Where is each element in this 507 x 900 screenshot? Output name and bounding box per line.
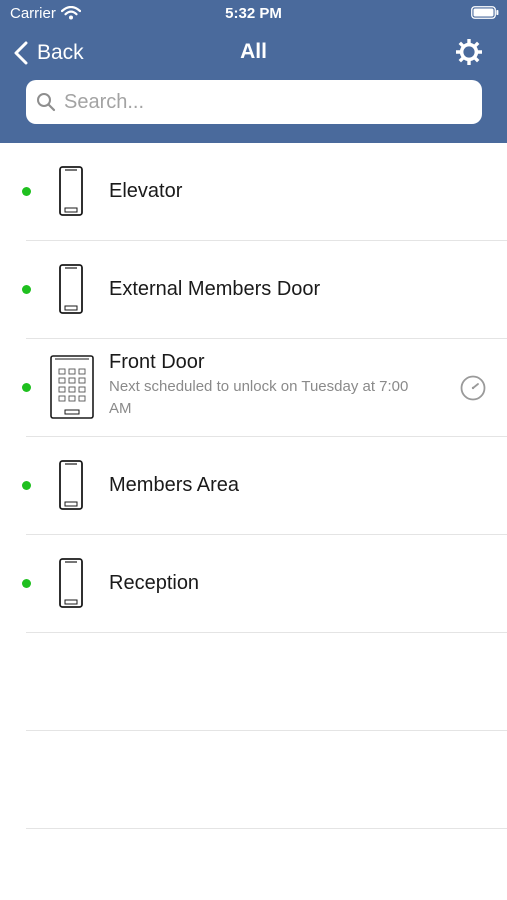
list-item[interactable]: Elevator — [22, 143, 507, 241]
keypad-reader-icon — [50, 355, 94, 419]
device-name: Members Area — [109, 474, 240, 496]
status-time: 5:32 PM — [225, 5, 282, 22]
search-icon — [37, 93, 56, 112]
search-bar[interactable] — [26, 80, 482, 124]
device-name: External Members Door — [109, 278, 321, 300]
online-status-dot — [22, 187, 31, 196]
status-bar: Carrier 5:32 PM — [0, 0, 507, 28]
back-button-label: Back — [37, 41, 84, 64]
schedule-subtitle: Next scheduled to unlock on Tuesday at 7… — [109, 378, 409, 417]
search-input[interactable] — [62, 81, 482, 123]
device-name: Reception — [109, 572, 200, 594]
empty-row — [26, 731, 507, 829]
list-item[interactable]: Reception — [22, 535, 507, 633]
list-item[interactable]: Members Area — [22, 437, 507, 535]
empty-row — [26, 633, 507, 731]
gear-icon[interactable] — [455, 38, 483, 66]
device-name: Front Door — [109, 351, 205, 373]
online-status-dot — [22, 285, 31, 294]
device-name: Elevator — [109, 180, 183, 202]
battery-icon — [471, 6, 499, 19]
phone-reader-icon — [59, 460, 83, 510]
chevron-left-icon — [14, 41, 28, 65]
online-status-dot — [22, 579, 31, 588]
header: Carrier 5:32 PM Back All — [0, 0, 507, 143]
clock-icon — [460, 375, 486, 401]
list-item[interactable]: Front Door Next scheduled to unlock on T… — [22, 339, 507, 437]
phone-reader-icon — [59, 264, 83, 314]
online-status-dot — [22, 481, 31, 490]
device-list: Elevator External Members Door Front Doo… — [0, 143, 507, 829]
list-item[interactable]: External Members Door — [22, 241, 507, 339]
online-status-dot — [22, 383, 31, 392]
phone-reader-icon — [59, 166, 83, 216]
back-button[interactable]: Back — [14, 38, 84, 68]
phone-reader-icon — [59, 558, 83, 608]
